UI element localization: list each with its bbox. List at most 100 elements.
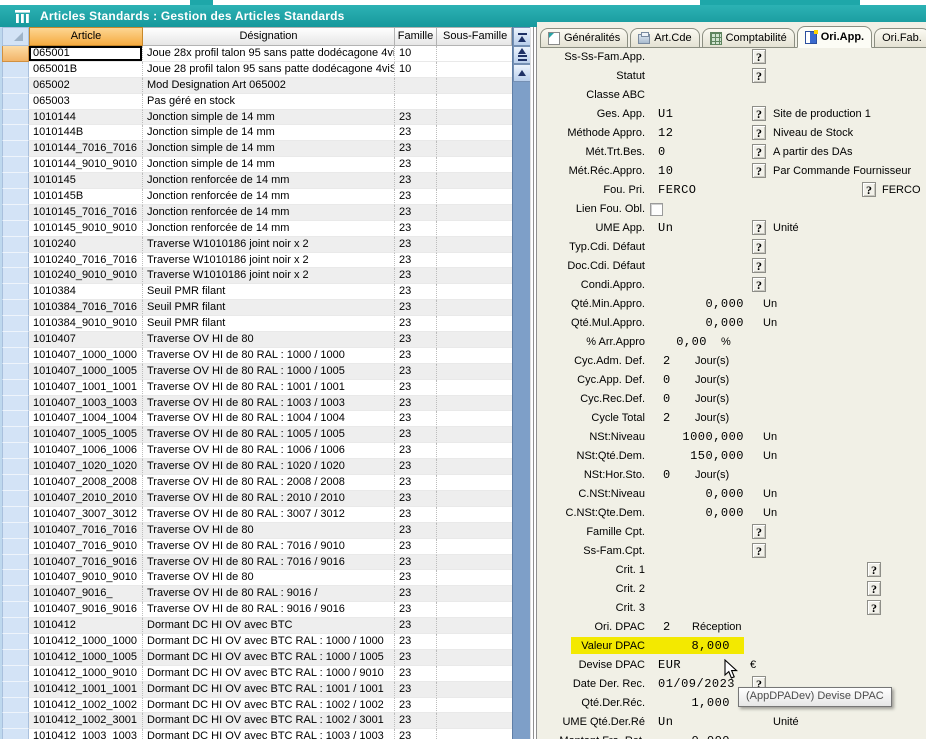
cell-famille[interactable]: 23	[395, 475, 437, 491]
table-row[interactable]: 1010412_1000_9010Dormant DC HI OV avec B…	[2, 666, 512, 682]
help-button[interactable]: ?	[752, 220, 766, 235]
cell-sous-famille[interactable]	[437, 427, 512, 443]
cell-designation[interactable]: Traverse OV HI de 80 RAL : 2008 / 2008	[143, 475, 395, 491]
table-row[interactable]: 1010407_1020_1020Traverse OV HI de 80 RA…	[2, 459, 512, 475]
cell-designation[interactable]: Jonction renforcée de 14 mm	[143, 221, 395, 237]
select-all-corner[interactable]	[2, 27, 29, 46]
row-selector[interactable]	[2, 650, 29, 666]
table-row[interactable]: 1010412_1001_1001Dormant DC HI OV avec B…	[2, 682, 512, 698]
row-selector[interactable]	[2, 268, 29, 284]
scroll-up-button[interactable]	[513, 64, 531, 82]
table-row[interactable]: 1010145_7016_7016Jonction renforcée de 1…	[2, 205, 512, 221]
field-value[interactable]: 12	[658, 126, 673, 140]
cell-famille[interactable]: 23	[395, 189, 437, 205]
table-row[interactable]: 1010240_7016_7016Traverse W1010186 joint…	[2, 253, 512, 269]
cell-article[interactable]: 1010407_1001_1001	[29, 380, 143, 396]
cell-designation[interactable]: Traverse OV HI de 80 RAL : 1001 / 1001	[143, 380, 395, 396]
cell-famille[interactable]: 23	[395, 364, 437, 380]
table-row[interactable]: 1010412_1002_3001Dormant DC HI OV avec B…	[2, 713, 512, 729]
cell-famille[interactable]: 23	[395, 634, 437, 650]
field-value[interactable]: EUR	[658, 658, 681, 672]
cell-sous-famille[interactable]	[437, 237, 512, 253]
row-selector[interactable]	[2, 253, 29, 269]
cell-famille[interactable]: 23	[395, 729, 437, 739]
table-row[interactable]: 1010407Traverse OV HI de 8023	[2, 332, 512, 348]
cell-article[interactable]: 1010240_7016_7016	[29, 253, 143, 269]
table-row[interactable]: 1010412_1000_1000Dormant DC HI OV avec B…	[2, 634, 512, 650]
help-button[interactable]: ?	[752, 125, 766, 140]
cell-famille[interactable]: 23	[395, 443, 437, 459]
table-row[interactable]: 1010407_7016_7016Traverse OV HI de 8023	[2, 523, 512, 539]
cell-famille[interactable]: 23	[395, 618, 437, 634]
field-numeric-value[interactable]: 1000,000	[634, 430, 744, 444]
table-row[interactable]: 1010144BJonction simple de 14 mm23	[2, 125, 512, 141]
cell-article[interactable]: 1010407_2010_2010	[29, 491, 143, 507]
row-selector[interactable]	[2, 62, 29, 78]
cell-famille[interactable]: 23	[395, 698, 437, 714]
field-numeric-value[interactable]: 0,000	[634, 316, 744, 330]
cell-sous-famille[interactable]	[437, 729, 512, 739]
cell-sous-famille[interactable]	[437, 459, 512, 475]
cell-article[interactable]: 1010407	[29, 332, 143, 348]
table-row[interactable]: 1010407_9016_Traverse OV HI de 80 RAL : …	[2, 586, 512, 602]
field-numeric-value[interactable]: 0,000	[634, 297, 744, 311]
cell-sous-famille[interactable]	[437, 157, 512, 173]
cell-designation[interactable]: Traverse OV HI de 80 RAL : 1000 / 1005	[143, 364, 395, 380]
cell-famille[interactable]	[395, 78, 437, 94]
cell-famille[interactable]: 23	[395, 602, 437, 618]
table-row[interactable]: 065001BJoue 28 profil talon 95 sans patt…	[2, 62, 512, 78]
help-button[interactable]: ?	[752, 144, 766, 159]
table-row[interactable]: 1010144Jonction simple de 14 mm23	[2, 110, 512, 126]
cell-famille[interactable]: 23	[395, 380, 437, 396]
column-header-article[interactable]: Article	[29, 27, 143, 46]
table-row[interactable]: 1010407_1004_1004Traverse OV HI de 80 RA…	[2, 411, 512, 427]
help-button[interactable]: ?	[752, 106, 766, 121]
cell-sous-famille[interactable]	[437, 268, 512, 284]
row-selector[interactable]	[2, 396, 29, 412]
cell-famille[interactable]: 23	[395, 284, 437, 300]
field-numeric-value[interactable]: 0,000	[634, 506, 744, 520]
cell-article[interactable]: 1010144B	[29, 125, 143, 141]
cell-designation[interactable]: Traverse OV HI de 80 RAL : 9016 /	[143, 586, 395, 602]
cell-sous-famille[interactable]	[437, 110, 512, 126]
cell-designation[interactable]: Jonction simple de 14 mm	[143, 110, 395, 126]
row-selector[interactable]	[2, 443, 29, 459]
row-selector[interactable]	[2, 491, 29, 507]
cell-famille[interactable]: 23	[395, 459, 437, 475]
row-selector[interactable]	[2, 173, 29, 189]
row-selector[interactable]	[2, 110, 29, 126]
cell-sous-famille[interactable]	[437, 141, 512, 157]
row-selector[interactable]	[2, 189, 29, 205]
cell-article[interactable]: 1010412_1000_1000	[29, 634, 143, 650]
cell-sous-famille[interactable]	[437, 523, 512, 539]
row-selector[interactable]	[2, 380, 29, 396]
row-selector[interactable]	[2, 634, 29, 650]
cell-article[interactable]: 1010407_7016_9010	[29, 539, 143, 555]
row-selector[interactable]	[2, 570, 29, 586]
help-button[interactable]: ?	[862, 182, 876, 197]
field-numeric-value[interactable]: 150,000	[634, 449, 744, 463]
cell-article[interactable]: 1010412_1002_1002	[29, 698, 143, 714]
cell-famille[interactable]: 23	[395, 221, 437, 237]
cell-article[interactable]: 1010412_1003_1003	[29, 729, 143, 739]
cell-famille[interactable]: 23	[395, 141, 437, 157]
cell-famille[interactable]: 23	[395, 713, 437, 729]
field-value[interactable]: Un	[658, 715, 673, 729]
cell-article[interactable]: 1010407_7016_7016	[29, 523, 143, 539]
table-row[interactable]: 1010407_9010_9010Traverse OV HI de 8023	[2, 570, 512, 586]
row-selector[interactable]	[2, 157, 29, 173]
cell-famille[interactable]: 23	[395, 586, 437, 602]
table-row[interactable]: 065003Pas géré en stock	[2, 94, 512, 110]
cell-sous-famille[interactable]	[437, 189, 512, 205]
cell-designation[interactable]: Jonction simple de 14 mm	[143, 157, 395, 173]
table-row[interactable]: 1010407_7016_9010Traverse OV HI de 80 RA…	[2, 539, 512, 555]
row-selector[interactable]	[2, 411, 29, 427]
cell-sous-famille[interactable]	[437, 555, 512, 571]
table-row[interactable]: 1010407_2010_2010Traverse OV HI de 80 RA…	[2, 491, 512, 507]
table-row[interactable]: 1010407_1000_1005Traverse OV HI de 80 RA…	[2, 364, 512, 380]
cell-designation[interactable]: Traverse OV HI de 80	[143, 570, 395, 586]
help-button[interactable]: ?	[752, 239, 766, 254]
row-selector[interactable]	[2, 125, 29, 141]
cell-article[interactable]: 1010412	[29, 618, 143, 634]
help-button[interactable]: ?	[752, 258, 766, 273]
